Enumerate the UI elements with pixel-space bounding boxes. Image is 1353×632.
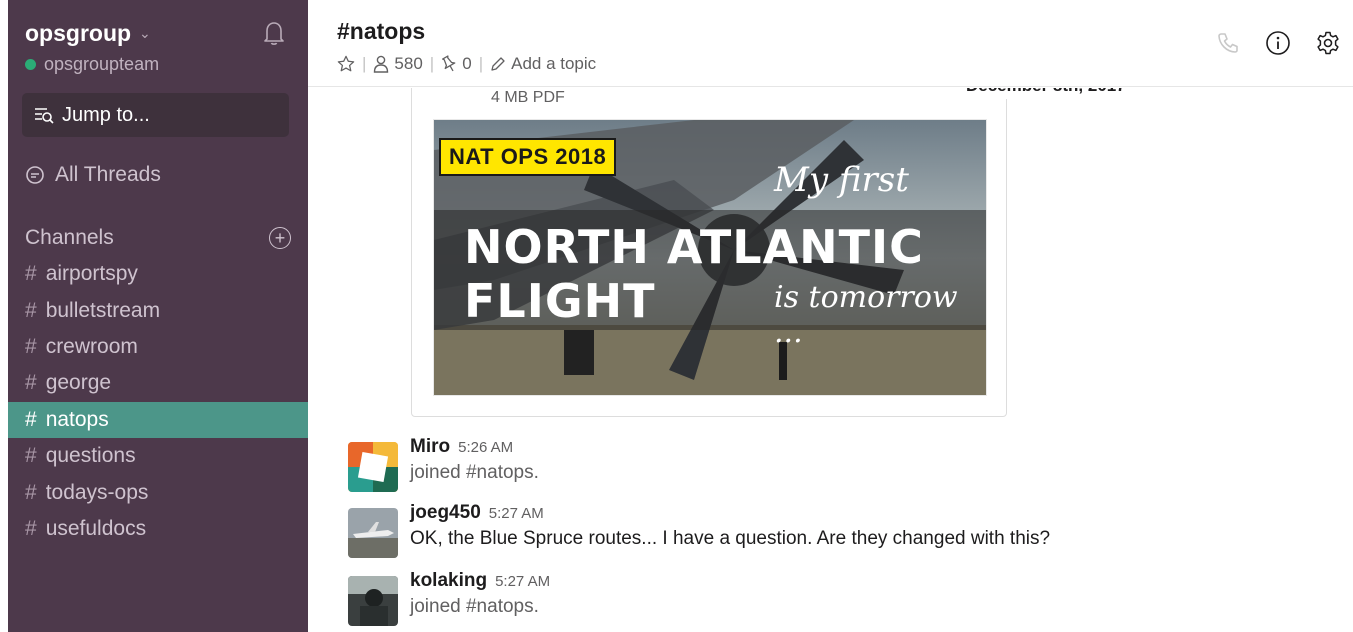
avatar[interactable] — [348, 508, 398, 558]
sender-name[interactable]: joeg450 — [410, 502, 481, 524]
timestamp[interactable]: 5:27 AM — [489, 505, 544, 522]
channel-title[interactable]: #natops — [337, 18, 425, 45]
separator: | — [478, 54, 484, 73]
file-preview-image[interactable]: NAT OPS 2018 My first NORTH ATLANTIC FLI… — [433, 119, 987, 396]
sender-name[interactable]: kolaking — [410, 570, 487, 592]
channel-label: todays-ops — [45, 480, 149, 504]
slack-app: opsgroup ⌄ opsgroupteam Jump to... All T… — [0, 0, 1353, 632]
presence-icon — [25, 59, 36, 70]
message: joeg450 5:27 AM OK, the Blue Spruce rout… — [348, 502, 1348, 558]
jump-to-button[interactable]: Jump to... — [22, 93, 289, 137]
message: Miro 5:26 AM joined #natops. — [348, 436, 1348, 492]
member-icon — [374, 55, 389, 73]
jump-to-label: Jump to... — [62, 103, 150, 126]
channel-label: crewroom — [45, 334, 138, 358]
avatar[interactable] — [348, 442, 398, 492]
channel-meta: | 580 | 0 | Add a topic — [337, 54, 596, 74]
hash-icon: # — [25, 262, 37, 286]
header-actions — [1215, 30, 1341, 56]
channel-label: george — [45, 371, 112, 395]
sidebar: opsgroup ⌄ opsgroupteam Jump to... All T… — [8, 0, 308, 632]
sidebar-item-bulletstream[interactable]: # bulletstream — [8, 292, 308, 328]
user-name: opsgroupteam — [44, 54, 160, 74]
channels-header-label: Channels — [25, 226, 114, 249]
separator: | — [362, 54, 367, 73]
phone-icon[interactable] — [1215, 30, 1241, 56]
member-count: 580 — [394, 54, 423, 73]
add-channel-icon[interactable]: + — [269, 227, 291, 249]
preview-line-1: My first — [774, 160, 909, 200]
members-button[interactable]: 580 — [373, 54, 423, 74]
message: kolaking 5:27 AM joined #natops. — [348, 570, 1348, 626]
message-list: 4 MB PDF NAT OPS 2018 My first NORTH ATL… — [308, 88, 1353, 632]
channel-label: usefuldocs — [45, 516, 147, 540]
channels-header[interactable]: Channels + — [25, 226, 291, 250]
bell-icon[interactable] — [262, 20, 286, 46]
pins-button[interactable]: 0 — [441, 54, 472, 74]
hash-icon: # — [25, 444, 37, 468]
hash-icon: # — [25, 480, 37, 504]
add-topic-button[interactable]: Add a topic — [490, 54, 596, 74]
date-label[interactable]: December 8th, 2017 — [946, 88, 1146, 99]
pin-icon — [442, 55, 456, 72]
timestamp[interactable]: 5:26 AM — [458, 439, 513, 456]
hash-icon: # — [25, 334, 37, 358]
threads-icon — [26, 166, 44, 184]
timestamp[interactable]: 5:27 AM — [495, 573, 550, 590]
message-text: joined #natops. — [410, 596, 539, 617]
avatar-image — [348, 576, 398, 626]
pin-count: 0 — [462, 54, 472, 73]
hash-icon: # — [25, 407, 37, 431]
all-threads-label: All Threads — [55, 163, 161, 186]
sidebar-item-todays-ops[interactable]: # todays-ops — [8, 474, 308, 510]
gear-icon[interactable] — [1315, 30, 1341, 56]
hash-icon: # — [25, 516, 37, 540]
workspace-name: opsgroup — [25, 20, 132, 46]
avatar[interactable] — [348, 576, 398, 626]
chevron-down-icon: ⌄ — [139, 25, 151, 41]
channel-header: #natops | 580 | 0 | Add a topic — [308, 0, 1353, 87]
sidebar-item-questions[interactable]: # questions — [8, 438, 308, 474]
avatar-image — [348, 508, 398, 558]
file-attachment[interactable]: 4 MB PDF NAT OPS 2018 My first NORTH ATL… — [411, 88, 1007, 417]
sidebar-item-usefuldocs[interactable]: # usefuldocs — [8, 511, 308, 547]
message-header: joeg450 5:27 AM — [410, 502, 544, 524]
sidebar-item-george[interactable]: # george — [8, 365, 308, 401]
file-size: 4 MB PDF — [491, 89, 565, 106]
preview-line-3: is tomorrow ... — [774, 280, 958, 350]
channel-label: questions — [45, 444, 136, 468]
message-header: Miro 5:26 AM — [410, 436, 513, 458]
workspace-switcher[interactable]: opsgroup ⌄ — [25, 20, 151, 47]
avatar-image — [348, 442, 398, 492]
all-threads-link[interactable]: All Threads — [25, 163, 161, 187]
current-user[interactable]: opsgroupteam — [25, 54, 159, 75]
sidebar-item-airportspy[interactable]: # airportspy — [8, 256, 308, 292]
channel-label: natops — [45, 407, 109, 431]
hash-icon: # — [25, 371, 37, 395]
channel-label: airportspy — [45, 262, 138, 286]
add-topic-label: Add a topic — [511, 54, 597, 73]
message-header: kolaking 5:27 AM — [410, 570, 550, 592]
message-text: OK, the Blue Spruce routes... I have a q… — [410, 528, 1051, 549]
pencil-icon — [491, 57, 505, 71]
preview-badge: NAT OPS 2018 — [439, 138, 617, 176]
sender-name[interactable]: Miro — [410, 436, 450, 458]
info-icon[interactable] — [1265, 30, 1291, 56]
jump-to-icon — [35, 108, 54, 124]
star-icon[interactable] — [337, 55, 355, 73]
sidebar-item-natops[interactable]: # natops — [8, 401, 308, 438]
channel-label: bulletstream — [45, 298, 161, 322]
message-text: joined #natops. — [410, 462, 539, 483]
separator: | — [429, 54, 435, 73]
sidebar-item-crewroom[interactable]: # crewroom — [8, 329, 308, 365]
hash-icon: # — [25, 298, 37, 322]
channel-list: # airportspy # bulletstream # crewroom #… — [8, 256, 308, 547]
